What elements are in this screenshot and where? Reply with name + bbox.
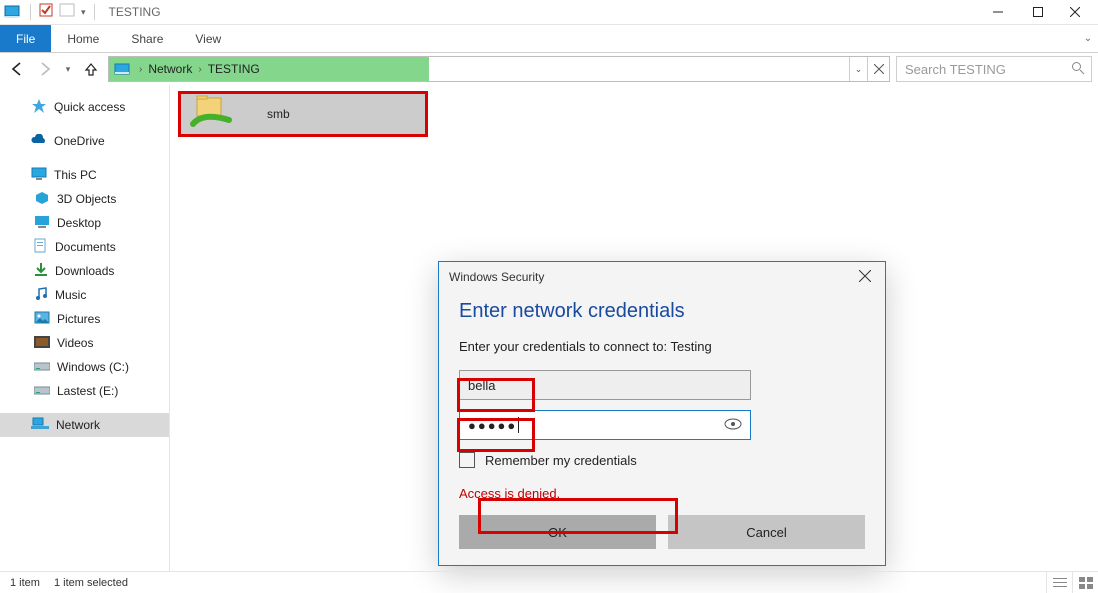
password-value: ●●●●●: [468, 418, 517, 433]
tab-share[interactable]: Share: [115, 25, 179, 52]
desktop-icon: [34, 215, 50, 232]
tree-quick-access[interactable]: ▸ Quick access: [0, 95, 169, 119]
tree-this-pc[interactable]: ▸ This PC: [0, 163, 169, 187]
tree-label: Downloads: [55, 264, 114, 278]
tree-music[interactable]: Music: [0, 283, 169, 307]
documents-icon: [34, 238, 48, 257]
nav-tree: ▸ Quick access ▸ OneDrive ▸ This PC 3D O…: [0, 85, 170, 571]
dialog-close-button[interactable]: [855, 265, 875, 289]
nav-row: ▾ › Network › TESTING ⌄: [0, 53, 1098, 85]
tree-label: Desktop: [57, 216, 101, 230]
nav-up-button[interactable]: [80, 58, 102, 80]
breadcrumb-location[interactable]: TESTING: [208, 62, 260, 76]
ribbon-collapse-icon[interactable]: ⌄: [1078, 25, 1098, 52]
username-value: bella: [468, 378, 495, 393]
tree-pictures[interactable]: Pictures: [0, 307, 169, 331]
chevron-right-icon[interactable]: ›: [135, 64, 146, 75]
tab-file[interactable]: File: [0, 25, 51, 52]
reveal-password-icon[interactable]: [724, 417, 742, 434]
remember-checkbox[interactable]: [459, 452, 475, 468]
tree-network[interactable]: ▸ Network: [0, 413, 169, 437]
search-icon: [1071, 61, 1085, 78]
tree-label: Music: [55, 288, 86, 302]
nav-forward-button[interactable]: [34, 58, 56, 80]
remember-row[interactable]: Remember my credentials: [459, 452, 865, 468]
search-box[interactable]: [896, 56, 1092, 82]
search-input[interactable]: [903, 61, 1071, 78]
remember-label: Remember my credentials: [485, 453, 637, 468]
tree-drive-e[interactable]: Lastest (E:): [0, 379, 169, 403]
status-selected: 1 item selected: [54, 577, 128, 589]
password-field[interactable]: ●●●●●: [459, 410, 751, 440]
tree-label: This PC: [54, 168, 97, 182]
tree-label: Windows (C:): [57, 360, 129, 374]
dialog-heading: Enter network credentials: [459, 300, 865, 323]
tree-label: Quick access: [54, 100, 125, 114]
credentials-dialog: Windows Security Enter network credentia…: [438, 261, 886, 566]
dialog-title: Windows Security: [449, 270, 544, 284]
videos-icon: [34, 336, 50, 351]
tree-3d-objects[interactable]: 3D Objects: [0, 187, 169, 211]
window-title: TESTING: [103, 5, 161, 19]
network-icon: [31, 417, 49, 434]
ok-button[interactable]: OK: [459, 515, 656, 549]
tree-videos[interactable]: Videos: [0, 331, 169, 355]
close-button[interactable]: [1058, 0, 1098, 25]
music-icon: [34, 286, 48, 305]
tab-home[interactable]: Home: [51, 25, 115, 52]
address-history-dropdown[interactable]: ⌄: [849, 57, 867, 81]
tree-onedrive[interactable]: ▸ OneDrive: [0, 129, 169, 153]
tree-label: Lastest (E:): [57, 384, 118, 398]
qat-checkbox-icon[interactable]: [39, 3, 55, 22]
pictures-icon: [34, 311, 50, 328]
nav-back-button[interactable]: [6, 58, 28, 80]
onedrive-icon: [31, 134, 47, 149]
qat-overflow-icon[interactable]: ▾: [81, 7, 86, 18]
drive-icon: [34, 360, 50, 375]
view-large-icons-button[interactable]: [1072, 572, 1098, 593]
quick-access-icon: [31, 98, 47, 117]
objects3d-icon: [34, 191, 50, 208]
username-field[interactable]: bella: [459, 370, 751, 400]
explorer-icon: [4, 4, 22, 20]
share-item-smb[interactable]: smb: [178, 91, 428, 137]
cancel-button[interactable]: Cancel: [668, 515, 865, 549]
nav-recent-dropdown[interactable]: ▾: [62, 58, 74, 80]
tree-documents[interactable]: Documents: [0, 235, 169, 259]
breadcrumb-network[interactable]: Network: [148, 62, 192, 76]
tree-label: Pictures: [57, 312, 100, 326]
titlebar: ▾ TESTING: [0, 0, 1098, 25]
tree-desktop[interactable]: Desktop: [0, 211, 169, 235]
minimize-button[interactable]: [978, 0, 1018, 25]
status-bar: 1 item 1 item selected: [0, 571, 1098, 593]
tab-view[interactable]: View: [179, 25, 237, 52]
chevron-right-icon[interactable]: ›: [194, 64, 205, 75]
stop-refresh-button[interactable]: [867, 57, 889, 81]
tree-label: 3D Objects: [57, 192, 116, 206]
ribbon-tabs: File Home Share View ⌄: [0, 25, 1098, 53]
this-pc-icon: [31, 167, 47, 184]
share-item-label: smb: [233, 107, 290, 121]
downloads-icon: [34, 262, 48, 281]
tree-label: OneDrive: [54, 134, 105, 148]
qat-dropdown-icon[interactable]: [59, 3, 77, 22]
tree-label: Network: [56, 418, 100, 432]
view-details-button[interactable]: [1046, 572, 1072, 593]
drive-icon: [34, 384, 50, 399]
error-message: Access is denied.: [459, 486, 865, 501]
breadcrumb-root-icon[interactable]: [113, 62, 133, 76]
tree-downloads[interactable]: Downloads: [0, 259, 169, 283]
dialog-prompt: Enter your credentials to connect to: Te…: [459, 339, 865, 354]
network-share-icon: [189, 94, 233, 135]
tree-label: Documents: [55, 240, 116, 254]
tree-label: Videos: [57, 336, 93, 350]
maximize-button[interactable]: [1018, 0, 1058, 25]
status-item-count: 1 item: [10, 577, 40, 589]
address-bar[interactable]: › Network › TESTING ⌄: [108, 56, 890, 82]
content-pane: smb Windows Security Enter network crede…: [170, 85, 1098, 571]
tree-drive-c[interactable]: Windows (C:): [0, 355, 169, 379]
